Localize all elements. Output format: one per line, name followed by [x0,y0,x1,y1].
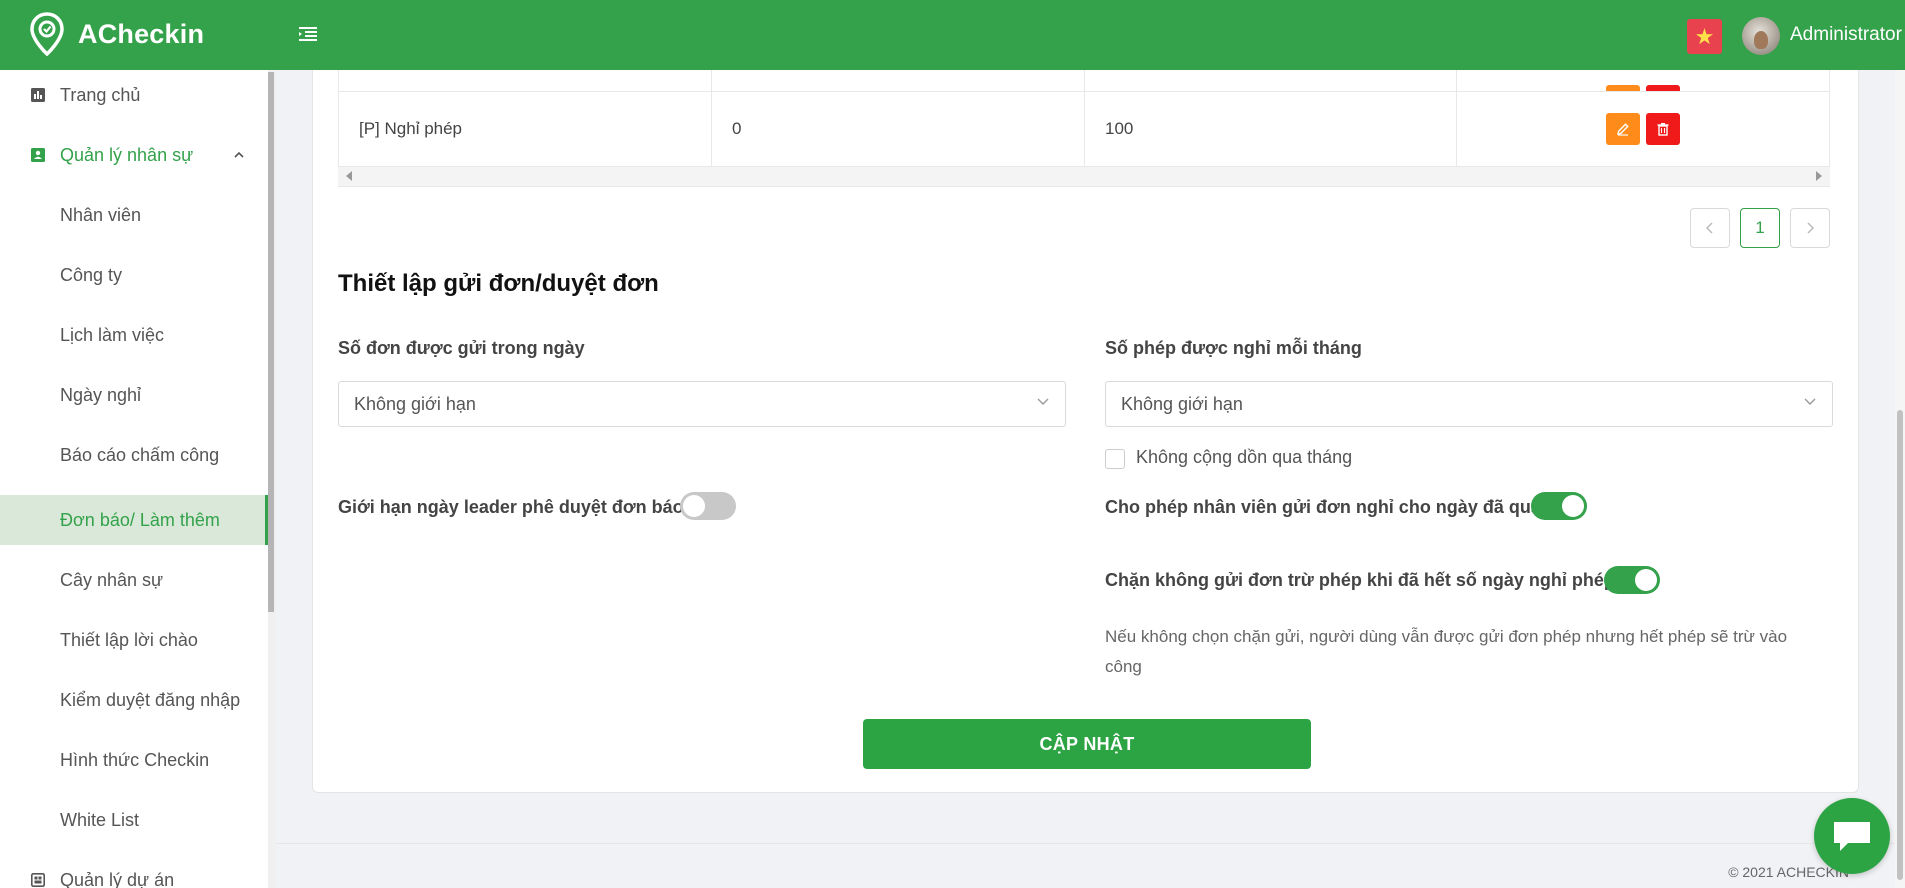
top-header: ACheckin ★ Administrator [0,0,1905,70]
sidebar-item-attendance-report[interactable]: Báo cáo chấm công [0,430,268,480]
sidebar-item-label: White List [60,809,140,830]
update-button[interactable]: CẬP NHẬT [863,719,1311,769]
sidebar-item-white-list[interactable]: White List [0,795,268,845]
sidebar-item-org-tree[interactable]: Cây nhân sự [0,555,268,605]
table-cell [339,70,712,91]
sidebar-scroll-thumb[interactable] [268,72,274,612]
app-name: ACheckin [78,18,205,49]
delete-button[interactable] [1646,85,1680,91]
chat-bubble-icon [1834,822,1870,851]
leader-limit-toggle[interactable] [680,492,736,520]
section-title: Thiết lập gửi đơn/duyệt đơn [338,270,659,297]
table-cell: 0 [712,92,1085,166]
sidebar-item-schedule[interactable]: Lịch làm việc [0,310,268,360]
sidebar-item-label: Thiết lập lời chào [60,629,198,650]
chevron-down-icon [1804,398,1816,405]
sidebar-item-label: Lịch làm việc [60,324,165,345]
table-row [339,70,1829,92]
sidebar-item-company[interactable]: Công ty [0,250,268,300]
sidebar-item-label: Cây nhân sự [60,569,164,590]
daily-requests-label: Số đơn được gửi trong ngày [338,338,585,358]
table-cell: 100 [1085,92,1457,166]
app-logo[interactable]: ACheckin [30,12,204,56]
page-scroll-thumb[interactable] [1897,410,1903,880]
monthly-leave-label: Số phép được nghỉ mỗi tháng [1105,338,1362,358]
sidebar-item-label: Quản lý dự án [60,869,175,888]
chat-button[interactable] [1814,798,1890,874]
sidebar-item-employees[interactable]: Nhân viên [0,190,268,240]
sidebar-item-holidays[interactable]: Ngày nghỉ [0,370,268,420]
menu-toggle-icon[interactable] [296,22,320,46]
toggle-knob [1635,569,1657,591]
sidebar-item-label: Hình thức Checkin [60,749,210,770]
delete-button[interactable] [1646,113,1680,145]
daily-requests-select[interactable]: Không giới hạn [338,381,1066,427]
trash-icon [1657,123,1669,136]
toggle-knob [683,495,705,517]
avatar[interactable] [1742,17,1780,55]
table-actions-cell [1457,92,1829,166]
pagination-next-button[interactable] [1790,208,1830,248]
sidebar-group-hr[interactable]: Quản lý nhân sự [0,130,268,180]
pagination-prev-button[interactable] [1690,208,1730,248]
monthly-leave-value: Không giới hạn [1121,393,1243,414]
project-icon [30,872,46,888]
chart-icon [30,87,46,103]
edit-button[interactable] [1606,85,1640,91]
sidebar-item-projects[interactable]: Quản lý dự án [0,855,268,888]
sidebar-item-label: Trang chủ [60,84,141,105]
block-note: Nếu không chọn chặn gửi, người dùng vẫn … [1105,627,1788,676]
vietnam-flag-icon[interactable]: ★ [1687,19,1722,54]
daily-requests-value: Không giới hạn [354,393,476,414]
sidebar-item-label: Nhân viên [60,204,142,225]
sidebar-item-label: Báo cáo chấm công [60,444,220,465]
footer: © 2021 ACHECKIN [276,843,1895,888]
block-when-exhausted-toggle[interactable] [1604,566,1660,594]
monthly-leave-select[interactable]: Không giới hạn [1105,381,1833,427]
block-when-exhausted-label: Chặn không gửi đơn trừ phép khi đã hết s… [1105,570,1615,590]
chevron-right-icon [1807,222,1815,234]
user-name[interactable]: Administrator [1790,24,1902,46]
no-carryover-label: Không cộng dồn qua tháng [1136,447,1353,467]
toggle-knob [1562,495,1584,517]
table-actions-cell [1457,70,1829,91]
sidebar: Trang chủ Quản lý nhân sự Nhân viên Công… [0,70,268,888]
sidebar-item-label: Ngày nghỉ [60,384,142,405]
scroll-left-icon[interactable] [346,171,352,181]
table-cell [1085,70,1457,91]
allow-past-leave-label: Cho phép nhân viên gửi đơn nghỉ cho ngày… [1105,497,1541,517]
sidebar-item-requests-overtime[interactable]: Đơn báo/ Làm thêm [0,495,268,545]
sidebar-item-label: Quản lý nhân sự [60,144,194,165]
sidebar-item-label: Công ty [60,264,123,285]
table-horizontal-scrollbar[interactable] [338,167,1830,187]
pagination-page-button[interactable]: 1 [1740,208,1780,248]
table-row: [P] Nghỉ phép 0 100 [339,92,1829,167]
sidebar-item-label: Đơn báo/ Làm thêm [60,509,220,530]
sidebar-item-home[interactable]: Trang chủ [0,70,268,120]
sidebar-item-greeting-setup[interactable]: Thiết lập lời chào [0,615,268,665]
pencil-icon [1617,123,1629,136]
location-pin-icon [30,12,64,56]
scroll-right-icon[interactable] [1816,171,1822,181]
sidebar-item-checkin-methods[interactable]: Hình thức Checkin [0,735,268,785]
id-card-icon [30,147,46,163]
table-cell [712,70,1085,91]
sidebar-item-login-review[interactable]: Kiểm duyệt đăng nhập [0,675,268,725]
chevron-left-icon [1705,222,1713,234]
sidebar-item-label: Kiểm duyệt đăng nhập [60,689,241,710]
no-carryover-checkbox[interactable] [1105,449,1125,469]
allow-past-leave-toggle[interactable] [1531,492,1587,520]
edit-button[interactable] [1606,113,1640,145]
leader-limit-label: Giới hạn ngày leader phê duyệt đơn báo [338,497,684,517]
chevron-down-icon [1037,398,1049,405]
leave-type-name-cell: [P] Nghỉ phép [339,92,712,166]
chevron-up-icon [234,151,244,158]
